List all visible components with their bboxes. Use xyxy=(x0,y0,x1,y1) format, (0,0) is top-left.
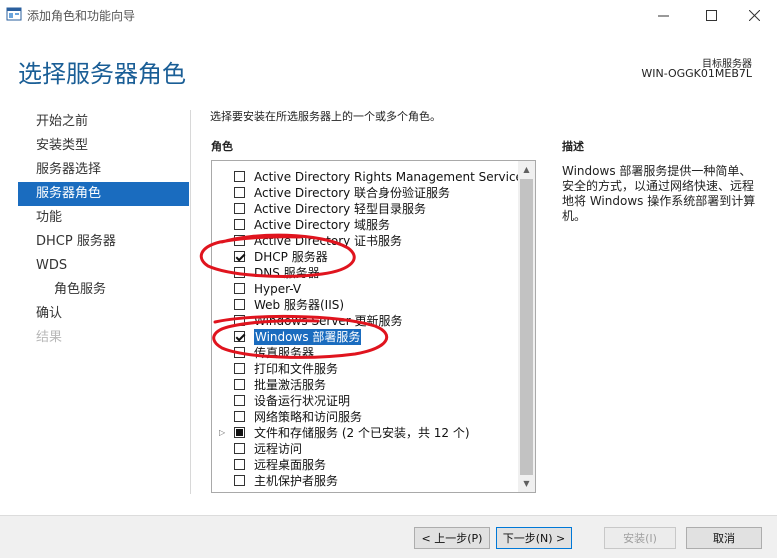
nav-item[interactable]: 角色服务 xyxy=(18,278,189,302)
role-checkbox[interactable] xyxy=(234,283,245,294)
role-row[interactable]: Web 服务器(IIS) xyxy=(212,297,520,313)
next-button[interactable]: 下一步(N) > xyxy=(496,527,572,549)
role-row[interactable]: 主机保护者服务 xyxy=(212,473,520,489)
role-checkbox[interactable] xyxy=(234,171,245,182)
role-checkbox[interactable] xyxy=(234,459,245,470)
nav-item: 结果 xyxy=(36,330,63,345)
role-checkbox[interactable] xyxy=(234,251,245,262)
nav-item[interactable]: 服务器角色 xyxy=(18,182,189,206)
role-checkbox[interactable] xyxy=(234,427,245,438)
role-checkbox[interactable] xyxy=(234,331,245,342)
role-label: Windows Server 更新服务 xyxy=(254,314,403,328)
nav-item[interactable]: 服务器选择 xyxy=(18,158,189,182)
role-row[interactable]: 打印和文件服务 xyxy=(212,361,520,377)
role-row[interactable]: 网络策略和访问服务 xyxy=(212,409,520,425)
roles-header: 角色 xyxy=(211,140,233,153)
role-row[interactable]: 批量激活服务 xyxy=(212,377,520,393)
description-header: 描述 xyxy=(562,140,584,153)
role-label: Active Directory 域服务 xyxy=(254,218,391,232)
nav-divider xyxy=(190,110,191,494)
roles-scrollbar[interactable]: ▲ ▼ xyxy=(518,161,535,492)
role-row[interactable]: DNS 服务器 xyxy=(212,265,520,281)
role-label: DHCP 服务器 xyxy=(254,250,328,264)
role-checkbox[interactable] xyxy=(234,443,245,454)
role-row[interactable]: Windows 部署服务 xyxy=(212,329,520,345)
role-label: 远程访问 xyxy=(254,442,303,456)
role-label: Hyper-V xyxy=(254,282,302,296)
role-label: Windows 部署服务 xyxy=(254,329,362,345)
role-checkbox[interactable] xyxy=(234,475,245,486)
window-title: 添加角色和功能向导 xyxy=(27,9,136,23)
role-checkbox[interactable] xyxy=(234,267,245,278)
roles-list-box[interactable]: Active Directory Rights Management Servi… xyxy=(211,160,536,493)
nav-item[interactable]: WDS xyxy=(18,254,189,278)
role-row[interactable]: ▷ 文件和存储服务 (2 个已安装，共 12 个) xyxy=(212,425,520,441)
role-label: Active Directory Rights Management Servi… xyxy=(254,170,530,184)
cancel-button[interactable]: 取消 xyxy=(686,527,762,549)
role-checkbox[interactable] xyxy=(234,219,245,230)
role-label: 网络策略和访问服务 xyxy=(254,410,363,424)
role-row[interactable]: Active Directory 域服务 xyxy=(212,217,520,233)
instruction-text: 选择要安装在所选服务器上的一个或多个角色。 xyxy=(210,110,441,123)
role-label: Active Directory 轻型目录服务 xyxy=(254,202,427,216)
wizard-nav: 开始之前 安装类型 服务器选择 服务器角色 功能 DHCP 服务器 WDS 角色服务 确认结果 xyxy=(18,110,189,350)
role-label: Active Directory 联合身份验证服务 xyxy=(254,186,451,200)
role-row[interactable]: Windows Server 更新服务 xyxy=(212,313,520,329)
wizard-footer: < 上一步(P) 下一步(N) > 安装(I) 取消 xyxy=(0,515,777,558)
wizard-app-icon xyxy=(6,7,22,21)
expand-arrow-icon[interactable]: ▷ xyxy=(219,428,225,437)
role-row[interactable]: Active Directory Rights Management Servi… xyxy=(212,169,529,185)
role-checkbox[interactable] xyxy=(234,411,245,422)
previous-button[interactable]: < 上一步(P) xyxy=(414,527,490,549)
nav-item[interactable]: 功能 xyxy=(18,206,189,230)
nav-item[interactable]: 安装类型 xyxy=(18,134,189,158)
role-description: Windows 部署服务提供一种简单、安全的方式，以通过网络快速、远程地将 Wi… xyxy=(562,164,756,223)
minimize-button[interactable] xyxy=(640,0,686,30)
role-label: 文件和存储服务 (2 个已安装，共 12 个) xyxy=(254,426,470,440)
role-checkbox[interactable] xyxy=(234,395,245,406)
role-checkbox[interactable] xyxy=(234,379,245,390)
role-label: 设备运行状况证明 xyxy=(254,394,351,408)
role-row[interactable]: DHCP 服务器 xyxy=(212,249,520,265)
role-row[interactable]: Hyper-V xyxy=(212,281,520,297)
role-checkbox[interactable] xyxy=(234,299,245,310)
scroll-down-arrow-icon[interactable]: ▼ xyxy=(518,475,535,492)
role-label: 传真服务器 xyxy=(254,346,315,360)
title-bar: 添加角色和功能向导 xyxy=(0,0,777,30)
nav-item[interactable]: 确认 xyxy=(18,302,189,326)
role-label: 批量激活服务 xyxy=(254,378,327,392)
roles-list: Active Directory Rights Management Servi… xyxy=(212,169,529,489)
scroll-up-arrow-icon[interactable]: ▲ xyxy=(518,161,535,178)
role-row[interactable]: Active Directory 轻型目录服务 xyxy=(212,201,520,217)
role-checkbox[interactable] xyxy=(234,203,245,214)
install-button[interactable]: 安装(I) xyxy=(604,527,676,549)
role-checkbox[interactable] xyxy=(234,363,245,374)
close-button[interactable] xyxy=(731,0,777,30)
role-checkbox[interactable] xyxy=(234,187,245,198)
role-label: 主机保护者服务 xyxy=(254,474,339,488)
nav-item[interactable]: 开始之前 xyxy=(18,110,189,134)
scroll-thumb[interactable] xyxy=(520,179,533,475)
role-row[interactable]: 设备运行状况证明 xyxy=(212,393,520,409)
page-title: 选择服务器角色 xyxy=(18,60,186,88)
role-checkbox[interactable] xyxy=(234,315,245,326)
role-row[interactable]: Active Directory 证书服务 xyxy=(212,233,520,249)
role-row[interactable]: Active Directory 联合身份验证服务 xyxy=(212,185,520,201)
role-row[interactable]: 远程访问 xyxy=(212,441,520,457)
role-label: DNS 服务器 xyxy=(254,266,320,280)
role-checkbox[interactable] xyxy=(234,235,245,246)
role-label: Active Directory 证书服务 xyxy=(254,234,403,248)
maximize-button[interactable] xyxy=(688,0,734,30)
role-label: Web 服务器(IIS) xyxy=(254,298,345,312)
target-server-name: WIN-OGGK01MEB7L xyxy=(641,67,752,80)
nav-item[interactable]: DHCP 服务器 xyxy=(18,230,189,254)
role-row[interactable]: 远程桌面服务 xyxy=(212,457,520,473)
role-row[interactable]: 传真服务器 xyxy=(212,345,520,361)
role-label: 打印和文件服务 xyxy=(254,362,339,376)
role-checkbox[interactable] xyxy=(234,347,245,358)
role-label: 远程桌面服务 xyxy=(254,458,327,472)
